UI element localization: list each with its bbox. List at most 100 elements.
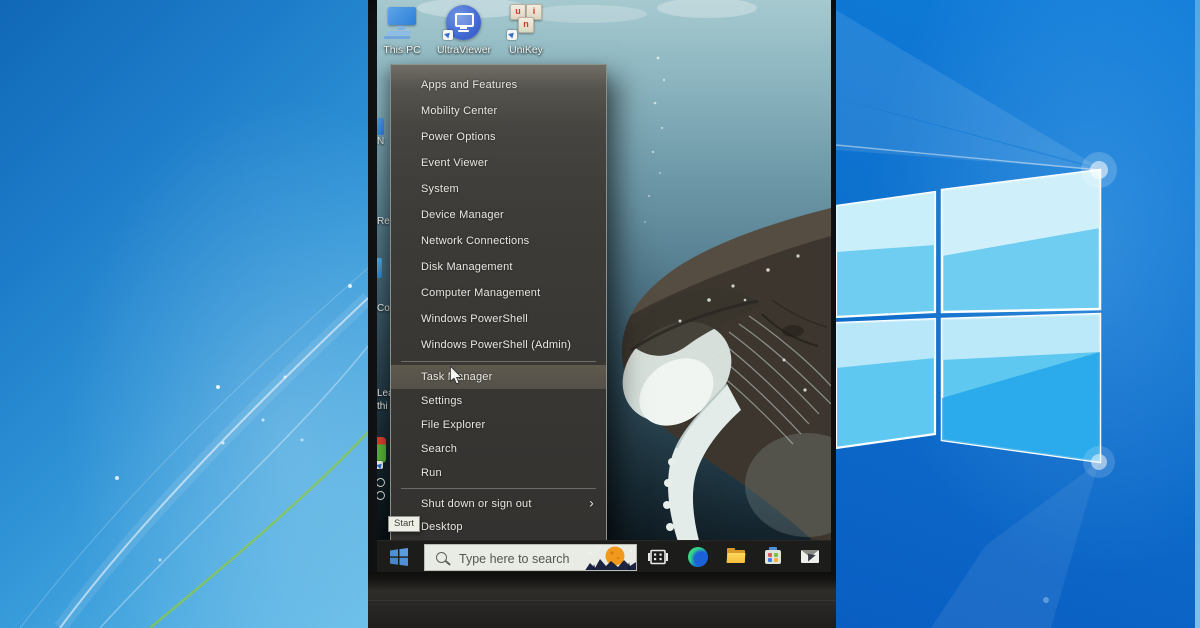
backdrop-left-aurora <box>0 0 368 628</box>
screenshot-stage: This PC UltraViewer u i n <box>0 0 1200 628</box>
desktop-icon-this-pc[interactable]: This PC <box>377 4 433 56</box>
windows-logo-graphic <box>836 0 1200 628</box>
menu-separator <box>401 488 596 489</box>
menu-item-label: Run <box>421 467 442 479</box>
menu-item-apps-and-features[interactable]: Apps and Features <box>391 72 606 98</box>
menu-item-network-connections[interactable]: Network Connections <box>391 228 606 254</box>
mouse-cursor <box>450 366 463 390</box>
search-icon <box>436 552 447 563</box>
menu-item-search[interactable]: Search <box>391 437 606 461</box>
partial-icon-label: Lea <box>377 388 390 399</box>
menu-group-shell: Task Manager Settings File Explorer Sear… <box>391 365 606 485</box>
taskbar-search-box[interactable] <box>424 544 637 571</box>
menu-item-label: Disk Management <box>421 261 513 273</box>
partial-icon-label: Cor <box>377 303 390 314</box>
taskbar-file-explorer-icon[interactable] <box>725 546 747 568</box>
partial-icon-label: thi <box>377 401 390 412</box>
this-pc-stand-shape <box>397 26 405 30</box>
partial-desktop-icon[interactable] <box>377 437 386 463</box>
menu-item-device-manager[interactable]: Device Manager <box>391 202 606 228</box>
shortcut-arrow-icon <box>443 30 453 40</box>
desktop-icon-label: UniKey <box>495 44 557 56</box>
menu-item-label: System <box>421 183 459 195</box>
partial-icon-label: Re <box>377 216 390 227</box>
aurora-swoosh-graphic <box>0 0 368 628</box>
monitor-frame: This PC UltraViewer u i n <box>368 0 836 628</box>
start-button[interactable] <box>389 547 409 567</box>
edge-logo-shape <box>688 547 708 567</box>
desktop-icon-label: This PC <box>377 44 433 56</box>
this-pc-base-shadow <box>383 36 410 39</box>
menu-item-label: Event Viewer <box>421 157 488 169</box>
menu-item-label: Windows PowerShell (Admin) <box>421 339 571 351</box>
monitor-chin <box>368 572 836 628</box>
this-pc-monitor-shape <box>388 7 416 25</box>
menu-item-shut-down-or-sign-out[interactable]: Shut down or sign out › <box>391 492 606 515</box>
desktop-icon-unikey[interactable]: u i n UniKey <box>495 4 557 56</box>
menu-item-label: Shut down or sign out <box>421 498 532 510</box>
folder-front-shape <box>726 553 745 563</box>
chevron-right-icon: › <box>589 494 594 510</box>
monitor-screen: This PC UltraViewer u i n <box>377 0 831 572</box>
menu-item-label: File Explorer <box>421 419 485 431</box>
menu-item-windows-powershell-admin[interactable]: Windows PowerShell (Admin) <box>391 332 606 358</box>
menu-group-session: Shut down or sign out › Desktop <box>391 492 606 538</box>
backdrop-right-win10-hero <box>836 0 1200 628</box>
monitor-chin-seam <box>368 600 836 601</box>
ultraviewer-monitor-shape <box>455 13 474 27</box>
menu-item-event-viewer[interactable]: Event Viewer <box>391 150 606 176</box>
backdrop-edge-highlight <box>1195 0 1200 628</box>
menu-item-label: Settings <box>421 395 462 407</box>
menu-item-mobility-center[interactable]: Mobility Center <box>391 98 606 124</box>
search-input[interactable] <box>457 545 586 571</box>
winx-context-menu: Apps and Features Mobility Center Power … <box>390 64 607 541</box>
menu-item-system[interactable]: System <box>391 176 606 202</box>
menu-item-computer-management[interactable]: Computer Management <box>391 280 606 306</box>
menu-item-label: Apps and Features <box>421 79 517 91</box>
menu-item-label: Desktop <box>421 521 463 533</box>
taskbar-task-view-icon[interactable] <box>647 546 669 568</box>
start-tooltip: Start <box>388 516 420 532</box>
menu-item-label: Device Manager <box>421 209 504 221</box>
store-tile-blue <box>768 558 772 562</box>
store-tile-green <box>774 553 778 557</box>
menu-item-label: Computer Management <box>421 287 540 299</box>
store-tile-yellow <box>774 558 778 562</box>
menu-item-label: Power Options <box>421 131 496 143</box>
menu-item-label: Mobility Center <box>421 105 497 117</box>
menu-item-label: Search <box>421 443 457 455</box>
this-pc-icon <box>377 4 433 42</box>
menu-item-power-options[interactable]: Power Options <box>391 124 606 150</box>
taskbar-store-icon[interactable] <box>762 546 784 568</box>
partial-desktop-icon[interactable] <box>377 258 382 278</box>
ultraviewer-icon <box>433 4 495 42</box>
shortcut-arrow-icon <box>377 461 383 469</box>
menu-separator <box>401 361 596 362</box>
menu-item-desktop[interactable]: Desktop <box>391 515 606 538</box>
menu-item-file-explorer[interactable]: File Explorer <box>391 413 606 437</box>
taskbar-mail-icon[interactable] <box>799 546 821 568</box>
windows-start-icon <box>389 547 409 567</box>
menu-item-run[interactable]: Run <box>391 461 606 485</box>
desktop-icon-ultraviewer[interactable]: UltraViewer <box>433 4 495 56</box>
store-tile-red <box>768 553 772 557</box>
menu-item-label: Windows PowerShell <box>421 313 528 325</box>
menu-item-task-manager[interactable]: Task Manager <box>391 365 606 389</box>
unikey-key-n: n <box>518 17 534 33</box>
partial-desktop-icon[interactable] <box>377 118 384 135</box>
menu-item-label: Network Connections <box>421 235 529 247</box>
desktop-icon-label: UltraViewer <box>433 44 495 56</box>
search-highlight-illustration <box>584 545 636 571</box>
taskbar-edge-icon[interactable] <box>687 546 709 568</box>
ultraviewer-stand-shape <box>460 27 467 29</box>
ultraviewer-base-shape <box>458 30 469 32</box>
menu-item-disk-management[interactable]: Disk Management <box>391 254 606 280</box>
taskbar <box>377 540 831 572</box>
store-bag-shape <box>765 550 781 564</box>
partial-icon-label: N <box>377 136 390 147</box>
shortcut-arrow-icon <box>507 30 517 40</box>
menu-group-system-tools: Apps and Features Mobility Center Power … <box>391 72 606 358</box>
menu-item-settings[interactable]: Settings <box>391 389 606 413</box>
menu-item-windows-powershell[interactable]: Windows PowerShell <box>391 306 606 332</box>
this-pc-base-shape <box>386 31 412 35</box>
